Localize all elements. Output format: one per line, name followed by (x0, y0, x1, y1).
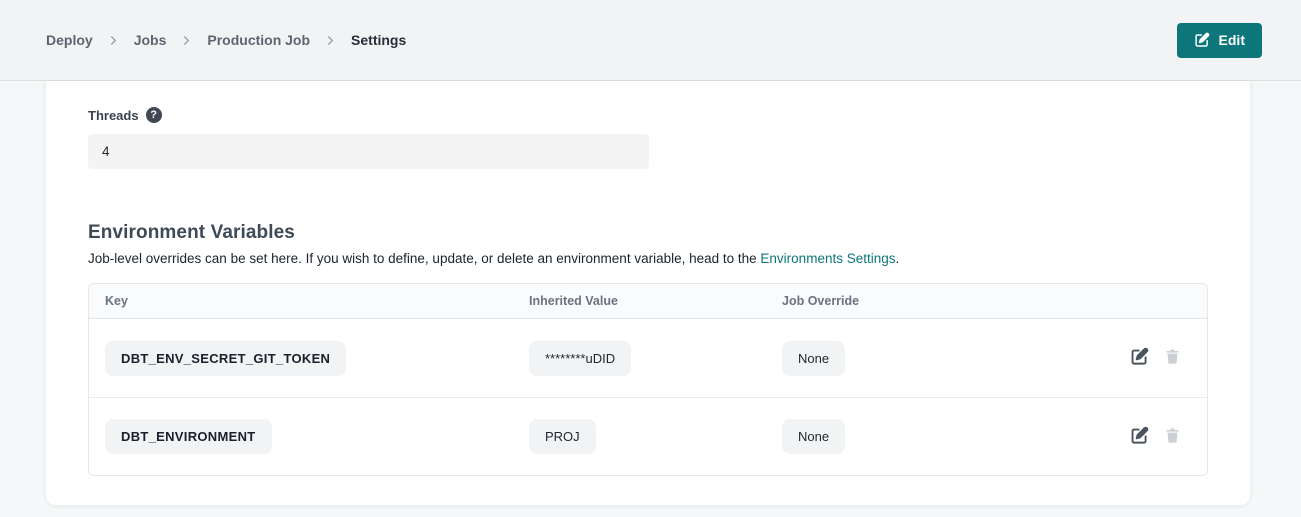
pencil-square-icon (1130, 426, 1149, 448)
env-var-job-override: None (782, 341, 845, 376)
column-header-inherited-value: Inherited Value (513, 294, 766, 308)
chevron-right-icon (181, 35, 192, 46)
top-bar: Deploy Jobs Production Job Settings Edit (0, 0, 1301, 81)
breadcrumb-item-settings: Settings (351, 32, 406, 48)
breadcrumb-item-jobs[interactable]: Jobs (134, 32, 167, 48)
row-edit-button[interactable] (1130, 426, 1149, 448)
breadcrumb-item-deploy[interactable]: Deploy (46, 32, 93, 48)
breadcrumb-item-production-job[interactable]: Production Job (207, 32, 310, 48)
settings-card: Threads ? Environment Variables Job-leve… (46, 81, 1250, 505)
column-header-key: Key (89, 294, 513, 308)
threads-input[interactable] (88, 134, 649, 169)
env-vars-description-period: . (896, 251, 900, 266)
table-header-row: Key Inherited Value Job Override (89, 284, 1207, 319)
env-var-job-override: None (782, 419, 845, 454)
env-vars-title: Environment Variables (88, 222, 1208, 244)
pencil-square-icon (1130, 347, 1149, 369)
edit-button[interactable]: Edit (1177, 23, 1262, 58)
environments-settings-link[interactable]: Environments Settings (760, 251, 895, 266)
env-var-key: DBT_ENVIRONMENT (105, 419, 272, 454)
env-vars-description: Job-level overrides can be set here. If … (88, 251, 1208, 266)
env-vars-table: Key Inherited Value Job Override DBT_ENV… (88, 283, 1208, 476)
env-var-inherited-value: ********uDID (529, 341, 631, 376)
column-header-job-override: Job Override (766, 294, 1087, 308)
trash-icon (1164, 427, 1181, 447)
table-row: DBT_ENVIRONMENT PROJ None (89, 397, 1207, 475)
chevron-right-icon (108, 35, 119, 46)
env-var-key: DBT_ENV_SECRET_GIT_TOKEN (105, 341, 346, 376)
row-delete-button[interactable] (1164, 427, 1181, 447)
breadcrumb: Deploy Jobs Production Job Settings (46, 32, 406, 48)
edit-button-label: Edit (1219, 32, 1245, 48)
trash-icon (1164, 348, 1181, 368)
env-var-inherited-value: PROJ (529, 419, 596, 454)
row-delete-button[interactable] (1164, 348, 1181, 368)
threads-label: Threads (88, 108, 139, 123)
row-edit-button[interactable] (1130, 347, 1149, 369)
env-vars-description-text: Job-level overrides can be set here. If … (88, 251, 760, 266)
table-row: DBT_ENV_SECRET_GIT_TOKEN ********uDID No… (89, 319, 1207, 397)
question-circle-icon[interactable]: ? (146, 107, 162, 123)
chevron-right-icon (325, 35, 336, 46)
pencil-square-icon (1194, 32, 1210, 48)
